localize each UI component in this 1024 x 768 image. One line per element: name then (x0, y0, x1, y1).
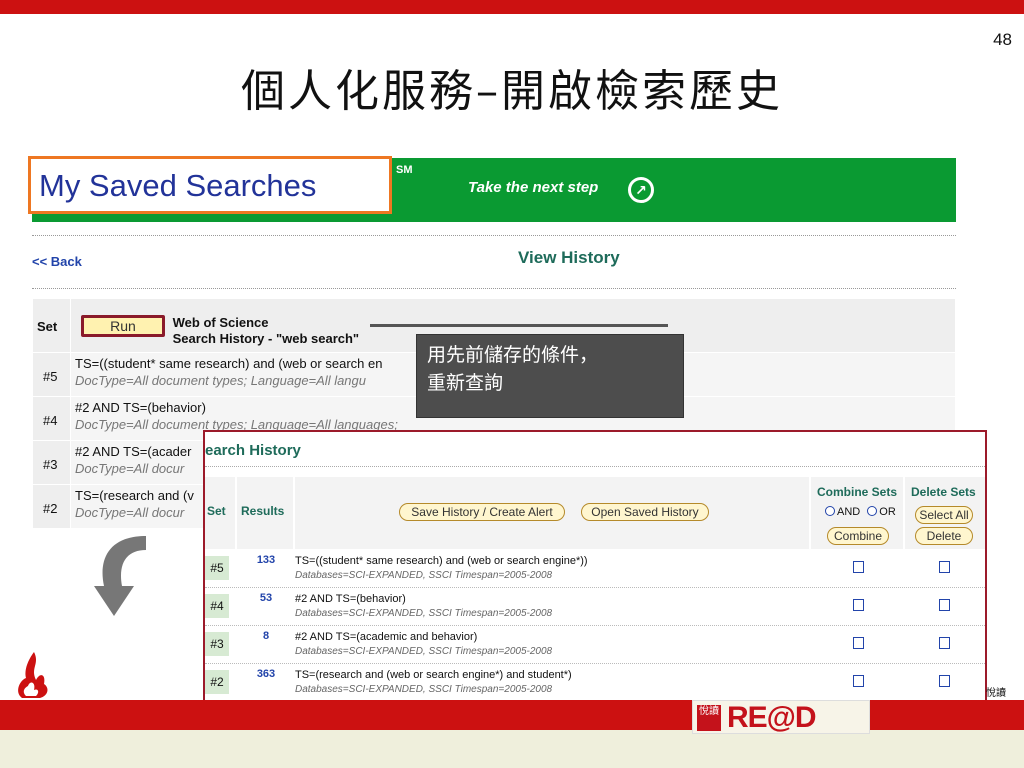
set-number: #5 (32, 352, 71, 397)
delete-button[interactable]: Delete (915, 527, 973, 545)
delete-checkbox[interactable] (939, 561, 950, 573)
page-number: 48 (993, 30, 1012, 49)
query-text: TS=(research and (v (75, 488, 194, 503)
callout-pointer-line (370, 324, 668, 327)
my-saved-searches-label[interactable]: My Saved Searches (39, 168, 316, 204)
table-row: #2 363 TS=(research and (web or search e… (205, 664, 985, 700)
combine-checkbox[interactable] (853, 675, 864, 687)
and-radio[interactable] (825, 506, 835, 516)
set-number: #2 (32, 484, 71, 529)
query-text: TS=((student* same research) and (web or… (295, 555, 588, 567)
run-button[interactable]: Run (81, 315, 165, 337)
query-meta: Databases=SCI-EXPANDED, SSCI Timespan=20… (295, 646, 553, 657)
delete-checkbox[interactable] (939, 599, 950, 611)
divider (32, 288, 956, 289)
bottom-beige-strip (0, 730, 1024, 768)
query-cell: TS=(research and (web or search engine*)… (295, 668, 572, 697)
or-label: OR (879, 506, 896, 518)
table-row: #3 8 #2 AND TS=(academic and behavior) Da… (205, 626, 985, 664)
bottom-red-bar (0, 700, 1024, 730)
query-text: #2 AND TS=(behavior) (295, 593, 406, 605)
set-header: Set (32, 298, 71, 353)
results-header-cell: Results (237, 477, 295, 549)
db-name: Web of Science (172, 315, 269, 330)
back-link[interactable]: << Back (32, 254, 82, 269)
query-cell: TS=((student* same research) and (web or… (295, 554, 588, 583)
combine-options: AND OR (825, 506, 896, 518)
query-meta: DocType=All docur (75, 505, 185, 520)
set-number: #3 (32, 440, 71, 485)
query-cell: #2 AND TS=(academic and behavior) Databas… (295, 630, 552, 659)
save-history-button[interactable]: Save History / Create Alert (399, 503, 565, 521)
query-text: #2 AND TS=(acader (75, 444, 192, 459)
and-label: AND (837, 506, 861, 518)
top-red-bar (0, 0, 1024, 14)
or-radio[interactable] (867, 506, 878, 516)
banner-tagline[interactable]: Take the next step (468, 179, 598, 196)
set-number: #4 (205, 594, 229, 618)
set-number: #3 (205, 632, 229, 656)
logo-badge: 悅讀 (697, 705, 721, 731)
table-row: #5 133 TS=((student* same research) and … (205, 550, 985, 588)
query-text: #2 AND TS=(behavior) (75, 400, 206, 415)
combine-button[interactable]: Combine (827, 527, 889, 545)
set-number: #2 (205, 670, 229, 694)
right-corner-tag: 悅讀 (986, 688, 1006, 699)
results-count-link[interactable]: 133 (251, 554, 281, 566)
delete-checkbox[interactable] (939, 637, 950, 649)
combine-sets-header: Combine Sets (817, 485, 898, 499)
query-meta: Databases=SCI-EXPANDED, SSCI Timespan=20… (295, 684, 553, 695)
slide-title: 個人化服務–開啟檢索歷史 (241, 66, 783, 117)
my-saved-searches-highlight: My Saved Searches (28, 156, 392, 214)
set-header: Set (207, 504, 226, 518)
query-text: TS=((student* same research) and (web or… (75, 356, 383, 371)
callout-box: 用先前儲存的條件， 重新查詢 (416, 334, 684, 418)
search-history-header: Set Results Save History / Create Alert … (205, 477, 985, 549)
select-all-button[interactable]: Select All (915, 506, 973, 524)
delete-checkbox[interactable] (939, 675, 950, 687)
actions-header-cell: Save History / Create Alert Open Saved H… (295, 477, 811, 549)
results-count-link[interactable]: 8 (251, 630, 281, 642)
results-count-link[interactable]: 53 (251, 592, 281, 604)
combine-sets-cell: Combine Sets AND OR Combine (811, 477, 905, 549)
open-saved-history-button[interactable]: Open Saved History (581, 503, 709, 521)
view-history-title: View History (518, 248, 620, 267)
logo-text: RE@D (727, 701, 817, 734)
delete-sets-header: Delete Sets (911, 485, 976, 499)
delete-sets-cell: Delete Sets Select All Delete (905, 477, 985, 549)
callout-line-1: 用先前儲存的條件， (427, 345, 599, 366)
search-history-screenshot: earch History Set Results Save History /… (203, 430, 987, 702)
slide: 48 個人化服務–開啟檢索歷史 SM Take the next step ↗ … (0, 0, 1024, 768)
set-header-cell: Set (205, 477, 237, 549)
arrow-circle-icon[interactable]: ↗ (628, 177, 654, 203)
results-count-link[interactable]: 363 (251, 668, 281, 680)
curved-arrow-icon (94, 536, 146, 616)
query-cell: #2 AND TS=(behavior) Databases=SCI-EXPAND… (295, 592, 552, 621)
table-row: #4 53 #2 AND TS=(behavior) Databases=SCI-… (205, 588, 985, 626)
query-meta: Databases=SCI-EXPANDED, SSCI Timespan=20… (295, 608, 553, 619)
set-number: #5 (205, 556, 229, 580)
history-name: Search History - "web search" (172, 331, 360, 346)
divider (205, 466, 985, 467)
query-meta: DocType=All document types; Language=All… (75, 373, 367, 388)
read-logo: 悅讀 RE@D (692, 700, 870, 734)
divider (32, 235, 956, 236)
query-meta: Databases=SCI-EXPANDED, SSCI Timespan=20… (295, 570, 553, 581)
flame-logo-icon (18, 652, 48, 698)
query-text: TS=(research and (web or search engine*)… (295, 669, 572, 681)
wos-header-text: Web of Science Search History - "web sea… (173, 315, 359, 347)
query-text: #2 AND TS=(academic and behavior) (295, 631, 478, 643)
results-header: Results (241, 504, 285, 518)
callout-line-2: 重新查詢 (427, 373, 504, 394)
combine-checkbox[interactable] (853, 637, 864, 649)
combine-checkbox[interactable] (853, 599, 864, 611)
service-mark: SM (396, 164, 413, 176)
combine-checkbox[interactable] (853, 561, 864, 573)
set-number: #4 (32, 396, 71, 441)
search-history-title: earch History (205, 442, 301, 459)
query-meta: DocType=All docur (75, 461, 185, 476)
